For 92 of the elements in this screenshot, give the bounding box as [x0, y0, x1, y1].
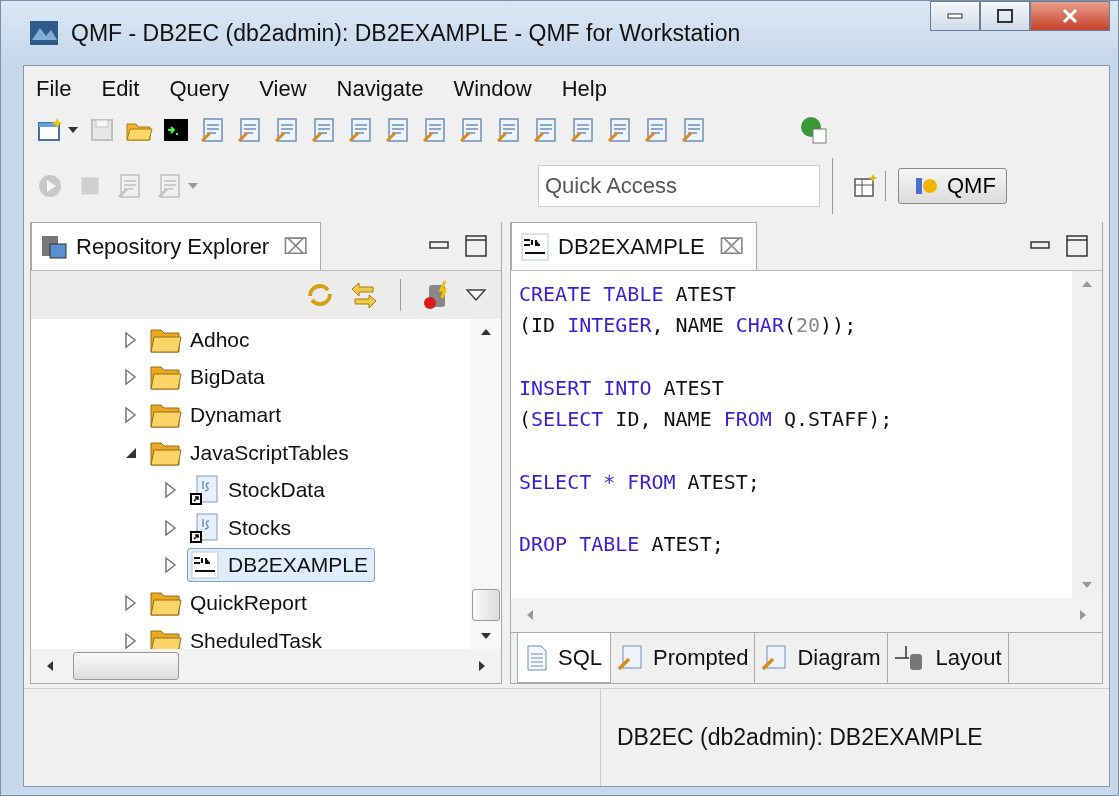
folder-icon	[150, 402, 182, 428]
menu-item[interactable]: File	[36, 76, 72, 102]
dropdown-caret-icon	[67, 126, 79, 134]
sql-keyword: DROP TABLE	[519, 532, 640, 557]
sql-text: (	[519, 407, 532, 432]
close-icon	[1062, 9, 1078, 23]
sql-keyword: INTEGER	[567, 313, 652, 338]
sql-text: (	[783, 313, 796, 338]
close-tab-button[interactable]: ⌧	[283, 233, 309, 260]
menu-item[interactable]: Navigate	[336, 76, 424, 102]
expand-arrow-icon[interactable]	[163, 556, 179, 575]
view-menu-icon[interactable]	[465, 288, 487, 302]
open-perspective-icon[interactable]	[853, 173, 879, 199]
sql-keyword: CREATE TABLE	[519, 282, 664, 306]
vertical-scrollbar[interactable]	[471, 319, 501, 649]
status-text: DB2EC (db2admin): DB2EXAMPLE	[617, 724, 983, 751]
scroll-right-arrow-icon[interactable]	[477, 659, 487, 673]
folder-icon	[150, 627, 182, 649]
perspective-logo-icon	[915, 176, 939, 196]
sql-keyword: INSERT INTO	[519, 375, 652, 400]
sql-file-icon	[520, 231, 550, 262]
maximize-icon	[997, 9, 1013, 23]
scroll-up-arrow-icon[interactable]	[479, 327, 493, 337]
wand-document-icon	[761, 645, 788, 671]
folder-icon	[150, 364, 182, 391]
tab-label: DB2EXAMPLE	[558, 233, 705, 260]
expand-arrow-icon[interactable]	[123, 631, 139, 649]
tree-item[interactable]: BigData	[147, 362, 272, 393]
qmf-perspective-button[interactable]: QMF	[898, 168, 1007, 204]
expand-arrow-icon[interactable]	[163, 518, 179, 537]
sql-keyword: FROM	[723, 407, 772, 432]
maximize-button[interactable]	[980, 1, 1030, 31]
menu-item[interactable]: Query	[169, 76, 230, 102]
folder-icon	[150, 589, 182, 616]
menu-item[interactable]: Help	[561, 76, 607, 102]
dropdown-caret-icon	[187, 182, 199, 190]
minimize-button[interactable]	[930, 1, 980, 31]
editor-mode-tab[interactable]: SQL	[517, 633, 612, 683]
expand-arrow-icon[interactable]	[123, 406, 139, 424]
expand-arrow-icon[interactable]	[163, 481, 179, 500]
close-button[interactable]	[1030, 1, 1110, 31]
editor-tab[interactable]: DB2EXAMPLE ⌧	[511, 222, 757, 270]
tree-item[interactable]: QuickReport	[147, 587, 314, 618]
tree-item[interactable]: Dynamart	[147, 400, 289, 430]
folder-icon	[150, 326, 182, 353]
expand-arrow-icon[interactable]	[123, 368, 139, 387]
sql-text: , NAME	[651, 313, 725, 338]
folder-icon	[150, 439, 182, 466]
menu-item[interactable]: Edit	[101, 76, 140, 102]
sql-keyword: SELECT * FROM	[519, 469, 676, 494]
maximize-icon[interactable]	[465, 235, 487, 257]
script-file-icon	[190, 475, 220, 506]
menu-item[interactable]: Window	[453, 76, 532, 102]
sql-number: 20	[796, 313, 821, 338]
app-icon	[29, 20, 59, 46]
sql-text: ATEST;	[650, 532, 724, 557]
minimize-icon[interactable]	[1030, 241, 1050, 251]
scrollbar-thumb[interactable]	[472, 589, 500, 621]
sql-file-icon	[190, 550, 220, 581]
script-file-icon	[190, 512, 220, 543]
repository-explorer-tab[interactable]: Repository Explorer ⌧	[31, 222, 322, 270]
tree-item[interactable]: Adhoc	[147, 324, 257, 355]
scroll-down-arrow-icon[interactable]	[479, 631, 493, 641]
minimize-icon	[947, 13, 963, 19]
scroll-left-arrow-icon[interactable]	[45, 659, 55, 673]
sql-text: Q.STAFF);	[782, 407, 893, 432]
sql-text: ATEST	[674, 282, 736, 306]
close-tab-button[interactable]: ⌧	[718, 233, 744, 260]
repository-icon	[40, 233, 68, 260]
tree-item[interactable]: JavaScriptTables	[147, 437, 356, 468]
expand-arrow-icon[interactable]	[123, 330, 139, 349]
quick-access-field[interactable]: Quick Access	[538, 165, 820, 207]
tree-item[interactable]: Stocks	[187, 510, 299, 545]
maximize-icon[interactable]	[1066, 235, 1088, 257]
scrollbar-thumb[interactable]	[73, 652, 179, 680]
window-title: QMF - DB2EC (db2admin): DB2EXAMPLE - QMF for Workstation	[71, 19, 741, 47]
sql-keyword: SELECT	[531, 407, 604, 432]
tab-label: Repository Explorer	[76, 233, 270, 260]
sql-text: ATEST	[662, 375, 724, 400]
expand-arrow-icon[interactable]	[123, 593, 139, 612]
wand-document-icon	[617, 645, 644, 671]
tree-item[interactable]: DB2EXAMPLE	[187, 548, 376, 583]
sql-text: (ID	[519, 313, 557, 338]
tree-item[interactable]: StockData	[187, 473, 332, 508]
sql-text: ATEST;	[686, 469, 760, 494]
sql-text: ID, NAME	[614, 407, 713, 432]
menu-item[interactable]: View	[259, 76, 307, 102]
document-icon	[526, 644, 548, 671]
sql-text: ));	[820, 313, 857, 338]
minimize-icon[interactable]	[429, 241, 449, 251]
sql-keyword: CHAR	[735, 313, 784, 338]
globe-document-icon[interactable]	[799, 115, 829, 145]
